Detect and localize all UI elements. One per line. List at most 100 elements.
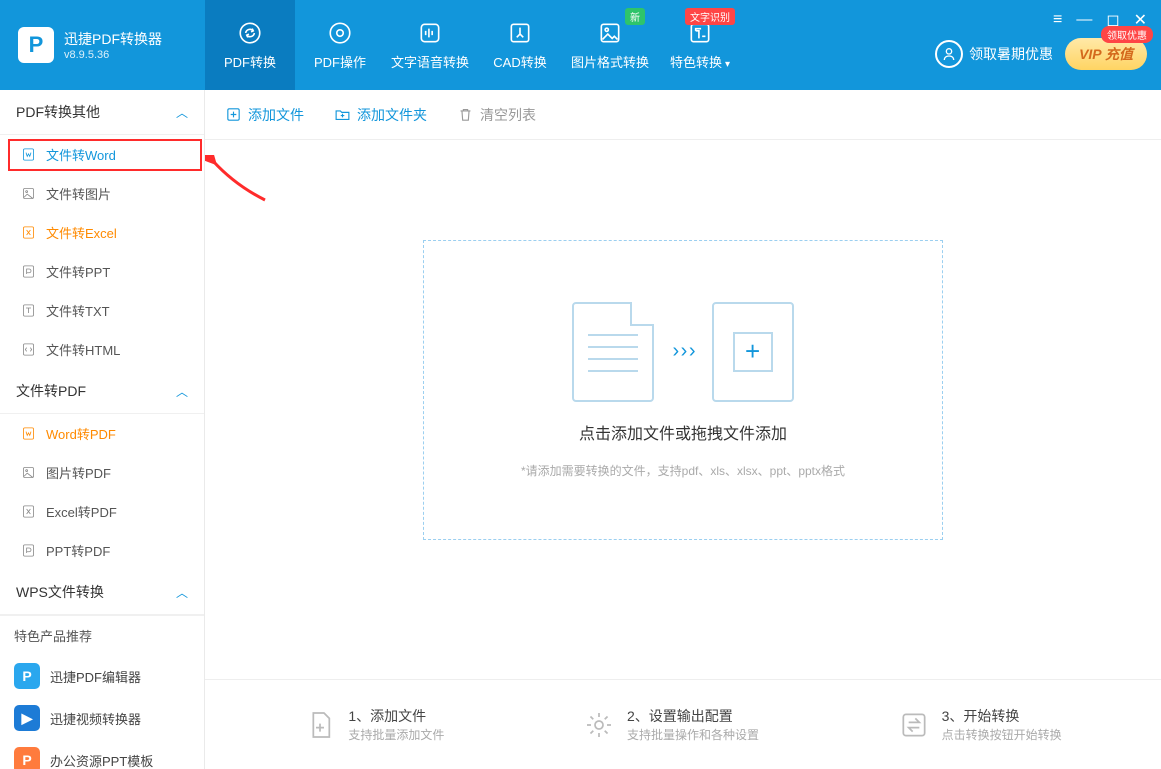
item-label: Word转PDF: [46, 424, 116, 443]
image-icon: [20, 465, 36, 481]
word-icon: [20, 426, 36, 442]
steps-bar: 1、添加文件支持批量添加文件 2、设置输出配置支持批量操作和各种设置 3、开始转…: [205, 679, 1161, 769]
vip-label: VIP 充值: [1079, 46, 1133, 62]
nav-tab-image[interactable]: 新 图片格式转换: [565, 0, 655, 90]
step-add-files: 1、添加文件支持批量添加文件: [304, 706, 444, 743]
sidebar-section-pdf-to-other[interactable]: PDF转换其他 ︿: [0, 90, 204, 135]
document-icon: [572, 302, 654, 402]
nav-tab-special[interactable]: 文字识别 特色转换▾: [655, 0, 745, 90]
item-label: 文件转PPT: [46, 262, 110, 281]
section-title: 文件转PDF: [16, 381, 86, 401]
chevron-up-icon: ︿: [176, 104, 188, 121]
step-sub: 支持批量添加文件: [348, 726, 444, 743]
sidebar-item-to-ppt[interactable]: 文件转PPT: [0, 252, 204, 291]
drop-zone[interactable]: › › › + 点击添加文件或拖拽文件添加 *请添加需要转换的文件，支持pdf、…: [423, 240, 943, 540]
item-label: 图片转PDF: [46, 463, 111, 482]
app-logo-icon: P: [18, 27, 54, 63]
nav-tab-pdf-operate[interactable]: PDF操作: [295, 0, 385, 90]
nav-tab-pdf-convert[interactable]: PDF转换: [205, 0, 295, 90]
step-title: 1、添加文件: [348, 706, 444, 726]
app-icon: P: [14, 663, 40, 689]
step-title: 3、开始转换: [942, 706, 1062, 726]
nav-label: 图片格式转换: [571, 52, 649, 71]
reward-label: 领取暑期优惠: [969, 44, 1053, 64]
add-file-button[interactable]: 添加文件: [225, 105, 304, 125]
word-icon: [20, 147, 36, 163]
arrow-icon: › › ›: [672, 340, 693, 363]
menu-icon[interactable]: ≡: [1053, 11, 1062, 29]
add-folder-button[interactable]: 添加文件夹: [334, 105, 427, 125]
featured-ppt-templates[interactable]: P 办公资源PPT模板: [0, 739, 204, 769]
convert-icon: [237, 20, 263, 46]
featured-title: 特色产品推荐: [0, 615, 204, 655]
step-sub: 点击转换按钮开始转换: [942, 726, 1062, 743]
sidebar-section-to-pdf[interactable]: 文件转PDF ︿: [0, 369, 204, 414]
ppt-icon: [20, 264, 36, 280]
ocr-badge: 文字识别: [685, 8, 735, 25]
sidebar-item-excel-to-pdf[interactable]: Excel转PDF: [0, 492, 204, 531]
item-label: PPT转PDF: [46, 541, 110, 560]
excel-icon: [20, 504, 36, 520]
sidebar-item-ppt-to-pdf[interactable]: PPT转PDF: [0, 531, 204, 570]
chevron-up-icon: ︿: [176, 383, 188, 400]
sidebar-item-image-to-pdf[interactable]: 图片转PDF: [0, 453, 204, 492]
image-icon: [597, 20, 623, 46]
vip-button[interactable]: 领取优惠 VIP 充值: [1065, 38, 1147, 70]
chevron-up-icon: ︿: [176, 584, 188, 601]
ppt-icon: [20, 543, 36, 559]
sidebar-item-word-to-pdf[interactable]: Word转PDF: [0, 414, 204, 453]
app-version: v8.9.5.36: [64, 49, 162, 61]
sidebar-item-to-html[interactable]: 文件转HTML: [0, 330, 204, 369]
sidebar: PDF转换其他 ︿ 文件转Word 文件转图片 文件转Excel 文件转PPT …: [0, 90, 205, 769]
item-label: 文件转Excel: [46, 223, 117, 242]
minimize-icon[interactable]: —: [1076, 11, 1092, 29]
nav-tab-tts[interactable]: 文字语音转换: [385, 0, 475, 90]
step-convert: 3、开始转换点击转换按钮开始转换: [898, 706, 1062, 743]
app-icon: P: [14, 747, 40, 769]
app-header: P 迅捷PDF转换器 v8.9.5.36 PDF转换 PDF操作 文字语音转换 …: [0, 0, 1161, 90]
featured-video-converter[interactable]: ▶迅捷视频转换器: [0, 697, 204, 739]
nav-tab-cad[interactable]: CAD转换: [475, 0, 565, 90]
nav-label: 文字语音转换: [391, 52, 469, 71]
reward-button[interactable]: 领取暑期优惠: [935, 40, 1053, 68]
excel-icon: [20, 225, 36, 241]
button-label: 清空列表: [480, 105, 536, 125]
item-label: 文件转TXT: [46, 301, 110, 320]
gift-icon: [935, 40, 963, 68]
new-badge: 新: [625, 8, 645, 25]
featured-label: 迅捷PDF编辑器: [50, 667, 141, 686]
convert-icon: [898, 709, 930, 741]
sidebar-item-to-excel[interactable]: 文件转Excel: [0, 213, 204, 252]
app-title: 迅捷PDF转换器: [64, 29, 162, 49]
nav-label: CAD转换: [493, 52, 546, 71]
button-label: 添加文件夹: [357, 105, 427, 125]
clear-list-button[interactable]: 清空列表: [457, 105, 536, 125]
sidebar-section-wps[interactable]: WPS文件转换 ︿: [0, 570, 204, 615]
operate-icon: [327, 20, 353, 46]
image-icon: [20, 186, 36, 202]
nav-label: 特色转换▾: [670, 52, 730, 71]
logo-area: P 迅捷PDF转换器 v8.9.5.36: [0, 27, 205, 63]
file-plus-icon: [304, 709, 336, 741]
item-label: 文件转图片: [46, 184, 111, 203]
sidebar-item-to-txt[interactable]: 文件转TXT: [0, 291, 204, 330]
featured-label: 迅捷视频转换器: [50, 709, 141, 728]
nav-tabs: PDF转换 PDF操作 文字语音转换 CAD转换 新 图片格式转换 文字识别 特…: [205, 0, 745, 90]
content-area: 添加文件 添加文件夹 清空列表 › › › + 点击添加文件或拖拽文件添加 *请…: [205, 90, 1161, 769]
featured-pdf-editor[interactable]: P 迅捷PDF编辑器: [0, 655, 204, 697]
html-icon: [20, 342, 36, 358]
nav-label: PDF转换: [224, 52, 276, 71]
step-configure: 2、设置输出配置支持批量操作和各种设置: [583, 706, 759, 743]
toolbar: 添加文件 添加文件夹 清空列表: [205, 90, 1161, 140]
featured-label: 办公资源PPT模板: [50, 751, 153, 769]
chevron-down-icon: ▾: [725, 59, 730, 70]
drop-illustration: › › › +: [572, 302, 793, 402]
sidebar-item-to-image[interactable]: 文件转图片: [0, 174, 204, 213]
nav-label: PDF操作: [314, 52, 366, 71]
sidebar-item-to-word[interactable]: 文件转Word: [0, 135, 204, 174]
item-label: 文件转Word: [46, 145, 116, 164]
section-title: PDF转换其他: [16, 102, 100, 122]
txt-icon: [20, 303, 36, 319]
vip-flag: 领取优惠: [1101, 26, 1153, 43]
add-placeholder-icon: +: [712, 302, 794, 402]
